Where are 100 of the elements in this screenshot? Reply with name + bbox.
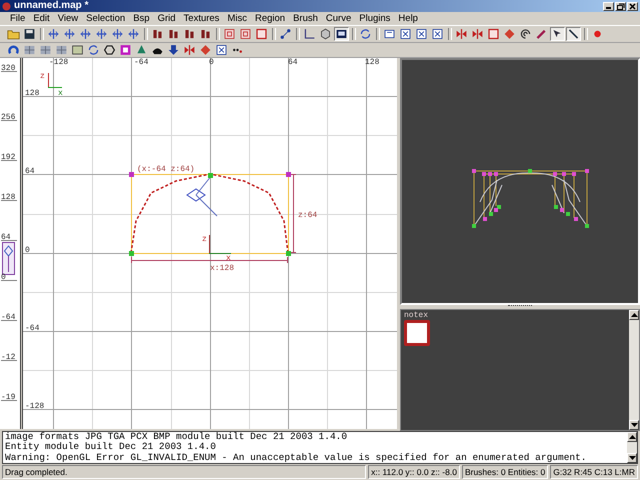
scroll-down-button[interactable] bbox=[629, 420, 639, 430]
axes-icon[interactable] bbox=[302, 26, 317, 41]
scrollbar[interactable] bbox=[629, 310, 639, 430]
menu-item[interactable]: Misc bbox=[223, 12, 251, 25]
restore-icon bbox=[616, 2, 625, 10]
minimize-icon bbox=[606, 6, 611, 8]
grid-label: 64 bbox=[288, 58, 298, 66]
close-icon bbox=[628, 2, 637, 10]
menu-item[interactable]: Grid bbox=[154, 12, 180, 25]
menu-item[interactable]: Bsp bbox=[129, 12, 154, 25]
grid-icon[interactable] bbox=[54, 43, 69, 56]
menu-item[interactable]: View bbox=[54, 12, 82, 25]
boxed-cross-icon[interactable] bbox=[430, 26, 445, 41]
grid-label: -128 bbox=[25, 402, 44, 410]
menu-item[interactable]: Help bbox=[394, 12, 422, 25]
axis-label: x bbox=[226, 254, 231, 262]
menu-item[interactable]: Region bbox=[250, 12, 290, 25]
cube-icon[interactable] bbox=[318, 26, 333, 41]
app-icon bbox=[2, 2, 11, 10]
cycle-arrows-icon[interactable] bbox=[86, 43, 101, 56]
arrows-icon[interactable] bbox=[62, 26, 77, 41]
console-line: Entity module built Dec 21 2003 1.4.0 bbox=[5, 442, 217, 452]
down-arrow-icon bbox=[628, 456, 636, 460]
square-icon[interactable] bbox=[486, 26, 501, 41]
arrows-icon[interactable] bbox=[46, 26, 61, 41]
arrows-icon[interactable] bbox=[126, 26, 141, 41]
arrows-icon[interactable] bbox=[110, 26, 125, 41]
menu-item[interactable]: Brush bbox=[289, 12, 322, 25]
grid-label: 128 bbox=[25, 88, 40, 98]
ruler-label: 0 bbox=[1, 272, 6, 282]
grid-label: 64 bbox=[25, 166, 35, 176]
scroll-up-button[interactable] bbox=[627, 432, 637, 442]
selection-coordinates: (x:-64 z:64) bbox=[137, 164, 195, 174]
menu-item[interactable]: Edit bbox=[29, 12, 54, 25]
cycle-arrows-icon[interactable] bbox=[358, 26, 373, 41]
minimize-button[interactable] bbox=[603, 2, 614, 10]
control-point[interactable] bbox=[286, 172, 291, 176]
grid-label: -64 bbox=[134, 58, 148, 66]
dimension-label: x:128 bbox=[210, 264, 234, 272]
menu-item[interactable]: Curve bbox=[322, 12, 356, 25]
ruler-label: 64 bbox=[1, 232, 11, 242]
ruler-label: 320 bbox=[1, 64, 16, 72]
boxed-cross-icon[interactable] bbox=[398, 26, 413, 41]
axis-icon bbox=[48, 72, 62, 88]
status-text: Drag completed. bbox=[2, 465, 366, 479]
status-text: x:: 112.0 y:: 0.0 z:: -8.0 bbox=[368, 465, 460, 479]
texture-thumbnail[interactable] bbox=[404, 320, 430, 346]
split-arrows-icon[interactable] bbox=[454, 26, 469, 41]
up-arrow-icon bbox=[628, 434, 636, 438]
spiral-icon[interactable] bbox=[518, 26, 533, 41]
xz-view[interactable]: -128 -64 0 64 128 128 64 0 -64 -128 z x z x x:128 z:64 (x:-64 z:64) bbox=[22, 58, 397, 428]
grid-label: -128 bbox=[49, 58, 68, 66]
boxed-cross-icon[interactable] bbox=[214, 43, 229, 56]
screen-icon[interactable] bbox=[334, 26, 349, 41]
arrows-icon[interactable] bbox=[78, 26, 93, 41]
menu-item[interactable]: File bbox=[6, 12, 30, 25]
pointer-icon[interactable] bbox=[550, 26, 565, 41]
restore-button[interactable] bbox=[615, 2, 626, 10]
ruler-label: 256 bbox=[1, 112, 16, 122]
axis-label: x bbox=[58, 88, 63, 98]
ruler-label: -64 bbox=[1, 312, 16, 322]
scroll-up-button[interactable] bbox=[629, 310, 639, 320]
menu-item[interactable]: Textures bbox=[180, 12, 224, 25]
grid-label: 0 bbox=[25, 246, 30, 254]
dimension-label: z:64 bbox=[298, 210, 318, 220]
split-arrows-icon[interactable] bbox=[182, 43, 197, 56]
texture-name: notex bbox=[404, 312, 430, 320]
splitter-handle[interactable] bbox=[397, 58, 400, 428]
ruler-label: 128 bbox=[1, 192, 16, 202]
split-arrows-icon[interactable] bbox=[470, 26, 485, 41]
ruler-label: 192 bbox=[1, 152, 16, 162]
square-icon[interactable] bbox=[254, 26, 269, 41]
nodes-icon[interactable] bbox=[278, 26, 293, 41]
axis-label: z bbox=[202, 234, 207, 244]
menu-item[interactable]: Plugins bbox=[355, 12, 394, 25]
splitter-grip[interactable] bbox=[508, 305, 532, 308]
close-button[interactable] bbox=[627, 2, 638, 10]
framed-square-icon[interactable] bbox=[118, 43, 133, 56]
menu-item[interactable]: Selection bbox=[82, 12, 130, 25]
boxed-cross-icon[interactable] bbox=[414, 26, 429, 41]
brush-marker bbox=[2, 242, 15, 274]
control-point[interactable] bbox=[129, 172, 134, 176]
down-arrow-icon bbox=[630, 422, 638, 426]
up-arrow-icon bbox=[630, 312, 638, 316]
camera-view[interactable] bbox=[400, 58, 640, 304]
arrows-icon[interactable] bbox=[94, 26, 109, 41]
grid-label: 0 bbox=[209, 58, 214, 66]
axis-label: z bbox=[40, 72, 45, 80]
status-text: Brushes: 0 Entities: 0 bbox=[462, 465, 548, 479]
window-title: unnamed.map * bbox=[14, 0, 88, 12]
axis-icon bbox=[208, 234, 232, 254]
scrollbar[interactable] bbox=[627, 432, 637, 463]
hexagon-icon[interactable] bbox=[102, 43, 117, 56]
control-point[interactable] bbox=[129, 250, 134, 256]
arrow-down-icon[interactable] bbox=[166, 43, 181, 56]
line-icon[interactable] bbox=[566, 26, 581, 41]
scroll-down-button[interactable] bbox=[627, 453, 637, 463]
grid-label: -64 bbox=[25, 324, 40, 332]
picture-icon[interactable] bbox=[70, 43, 85, 56]
control-point[interactable] bbox=[286, 250, 291, 256]
